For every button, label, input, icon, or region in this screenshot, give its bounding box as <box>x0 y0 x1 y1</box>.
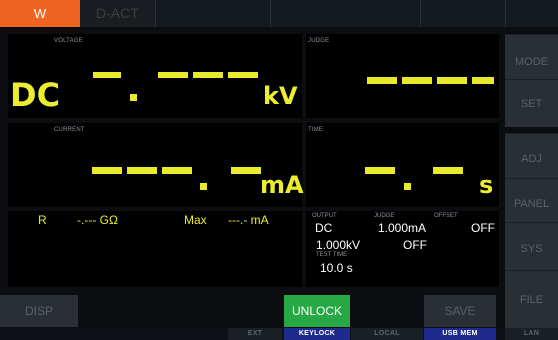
keylock-indicator: KEYLOCK <box>284 328 350 340</box>
judge-current-value: 1.000mA <box>378 221 427 235</box>
unlock-button[interactable]: UNLOCK <box>284 295 350 327</box>
current-decimal-point <box>200 183 207 190</box>
max-label: Max <box>184 213 207 227</box>
offset-label: OFFSET <box>434 213 458 219</box>
output-mode-value: DC <box>315 221 333 235</box>
time-digit-dash <box>433 167 463 174</box>
menu-sys-button[interactable]: SYS <box>505 222 558 274</box>
mode-w-indicator: W <box>0 0 80 27</box>
judge-setting-label: JUDGE <box>374 213 395 219</box>
voltage-unit: kV <box>263 82 298 110</box>
voltage-digit-dash <box>228 72 258 78</box>
judge-digit-dash <box>367 77 397 84</box>
test-time-label: TEST TIME <box>316 252 348 258</box>
top-status-bar: W D-ACT <box>0 0 558 27</box>
current-unit: mA <box>260 171 304 199</box>
test-mode-indicator: D-ACT <box>80 0 155 27</box>
current-digit-dash <box>92 167 122 174</box>
time-digit-dash <box>365 167 395 174</box>
disp-button[interactable]: DISP <box>0 295 78 327</box>
status-cell <box>155 0 270 27</box>
current-label: CURRENT <box>54 127 85 133</box>
status-cell <box>270 0 420 27</box>
voltage-dc-prefix: DC <box>10 76 61 114</box>
r-value: -.--- GΩ <box>77 213 118 227</box>
judge-state-value: OFF <box>403 238 427 252</box>
output-voltage-value: 1.000kV <box>316 238 361 252</box>
test-time-value: 10.0 s <box>320 261 353 275</box>
voltage-label: VOLTAGE <box>54 38 83 44</box>
status-cell <box>505 0 558 27</box>
current-panel: CURRENT mA <box>8 123 304 207</box>
judge-panel: JUDGE <box>306 34 499 118</box>
time-decimal-point <box>404 183 411 190</box>
settings-panel: OUTPUT JUDGE OFFSET DC 1.000mA OFF 1.000… <box>306 211 499 287</box>
resistance-max-panel: R -.--- GΩ Max ---.- mA <box>8 211 302 287</box>
r-label: R <box>38 213 47 227</box>
menu-adj-button[interactable]: ADJ <box>505 133 558 184</box>
voltage-panel: VOLTAGE DC kV <box>8 34 302 118</box>
time-panel: TIME s <box>306 123 499 207</box>
ext-indicator: EXT <box>228 328 282 340</box>
current-digit-dash <box>231 167 261 174</box>
voltage-digit-dash <box>193 72 223 78</box>
local-indicator: LOCAL <box>351 328 423 340</box>
current-digit-dash <box>162 167 192 174</box>
lan-indicator: LAN <box>505 328 558 340</box>
time-unit: s <box>479 171 494 199</box>
menu-set-button[interactable]: SET <box>505 79 558 127</box>
judge-digit-dash <box>472 77 494 84</box>
output-label: OUTPUT <box>312 213 337 219</box>
save-button[interactable]: SAVE <box>424 295 496 327</box>
voltage-digit-dash <box>158 72 188 78</box>
menu-file-button[interactable]: FILE <box>505 270 558 328</box>
offset-state-value: OFF <box>471 221 495 235</box>
time-label: TIME <box>308 127 324 133</box>
max-value: ---.- mA <box>228 213 269 227</box>
voltage-decimal-point <box>130 94 137 101</box>
judge-digit-dash <box>402 77 432 84</box>
usb-mem-indicator: USB MEM <box>424 328 496 340</box>
current-digit-dash <box>127 167 157 174</box>
status-cell <box>420 0 505 27</box>
judge-label: JUDGE <box>308 38 330 44</box>
judge-digit-dash <box>437 77 467 84</box>
voltage-digit-dash <box>93 72 121 78</box>
